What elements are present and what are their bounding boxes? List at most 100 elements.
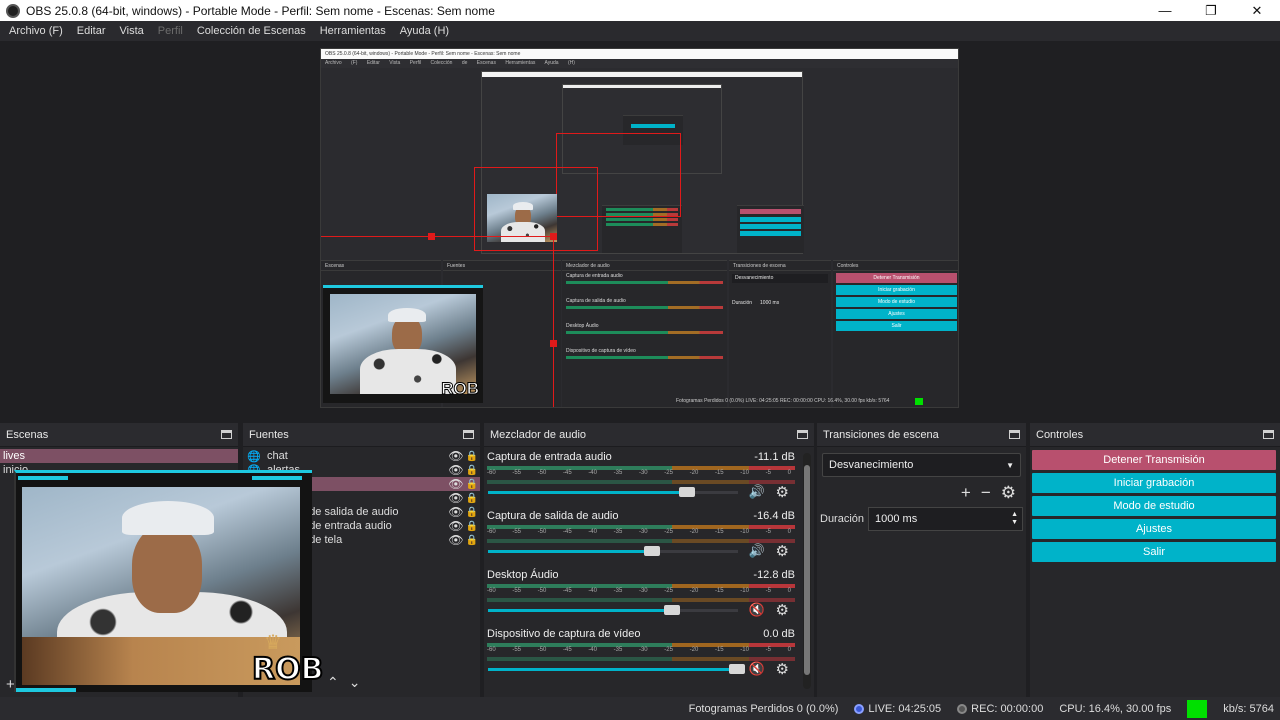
menu-vista[interactable]: Vista xyxy=(113,25,151,37)
mixer-scrollbar-thumb[interactable] xyxy=(804,465,810,675)
meter-tick-label: -60 xyxy=(487,647,496,653)
fader-knob[interactable] xyxy=(664,605,680,615)
source-item-chat[interactable]: 🌐 chat 👁 🔒 xyxy=(243,449,480,463)
mixer-channel-header: Dispositivo de captura de vídeo 0.0 dB xyxy=(487,628,795,641)
sources-title: Fuentes xyxy=(249,428,289,441)
fader-knob[interactable] xyxy=(679,487,695,497)
visibility-eye-icon[interactable]: 👁 xyxy=(448,519,464,533)
exit-button[interactable]: Salir xyxy=(1032,542,1276,562)
move-down-icon[interactable]: ⌄ xyxy=(349,674,361,691)
mixer-channel-header: Desktop Áudio -12.8 dB xyxy=(487,569,795,582)
move-up-icon[interactable]: ⌃ xyxy=(327,674,339,691)
nested-level2-btn xyxy=(740,231,801,236)
visibility-eye-icon[interactable]: 👁 xyxy=(448,449,464,463)
meter-tick-label: -30 xyxy=(638,470,648,476)
undock-icon[interactable] xyxy=(463,430,474,439)
speaker-muted-icon[interactable]: 🔇 xyxy=(749,661,765,677)
nested-selection-box xyxy=(556,133,681,217)
gear-icon[interactable]: ⚙ xyxy=(776,660,789,678)
menu-perfil[interactable]: Perfil xyxy=(151,25,190,37)
menu-bar: Archivo (F) Editar Vista Perfil Colecció… xyxy=(0,21,1280,41)
preview-canvas[interactable]: OBS 25.0.8 (64-bit, windows) - Portable … xyxy=(0,41,1280,419)
start-recording-button[interactable]: Iniciar grabación xyxy=(1032,473,1276,493)
nested-webcam-level2 xyxy=(487,194,557,242)
lock-icon[interactable]: 🔒 xyxy=(464,479,480,490)
meter-tick-label: -20 xyxy=(689,588,699,594)
nested-statusbar: Fotogramas Perdidos 0 (0.0%) LIVE: 04:25… xyxy=(676,398,890,404)
undock-icon[interactable] xyxy=(1263,430,1274,439)
meter-tick-label: -40 xyxy=(588,529,597,535)
volume-fader[interactable]: 🔊 ⚙ xyxy=(487,483,795,501)
speaker-icon[interactable]: 🔊 xyxy=(749,543,765,559)
meter-tick-label: 0 xyxy=(787,529,791,535)
undock-icon[interactable] xyxy=(221,430,232,439)
visibility-eye-icon[interactable]: 👁 xyxy=(448,463,464,477)
undock-icon[interactable] xyxy=(797,430,808,439)
lock-icon[interactable]: 🔒 xyxy=(464,535,480,546)
visibility-eye-icon[interactable]: 👁 xyxy=(448,477,464,491)
rec-time: REC: 00:00:00 xyxy=(971,702,1044,715)
selection-handle-top-right[interactable] xyxy=(550,233,557,240)
meter-tick-label: -45 xyxy=(562,588,572,594)
gear-icon[interactable]: ⚙ xyxy=(776,483,789,501)
lock-icon[interactable]: 🔒 xyxy=(464,465,480,476)
nested-ch3-name: Desktop Áudio xyxy=(566,323,599,329)
spin-arrows-icon[interactable]: ▲ ▼ xyxy=(1011,511,1018,527)
visibility-eye-icon[interactable]: 👁 xyxy=(448,533,464,547)
gear-icon[interactable]: ⚙ xyxy=(776,601,789,619)
menu-editar[interactable]: Editar xyxy=(70,25,113,37)
transitions-dock-header: Transiciones de escena xyxy=(817,423,1026,447)
volume-fader[interactable]: 🔇 ⚙ xyxy=(487,660,795,678)
scene-item-lives[interactable]: lives xyxy=(0,449,238,463)
close-button[interactable]: ✕ xyxy=(1234,0,1280,21)
lock-icon[interactable]: 🔒 xyxy=(464,507,480,518)
nested-menu: Archivo (F) Editar Vista Perfil Colecció… xyxy=(321,59,958,68)
settings-button[interactable]: Ajustes xyxy=(1032,519,1276,539)
gear-icon[interactable]: ⚙ xyxy=(1001,483,1016,503)
add-icon[interactable]: + xyxy=(961,483,971,503)
volume-fader[interactable]: 🔊 ⚙ xyxy=(487,542,795,560)
speaker-muted-icon[interactable]: 🔇 xyxy=(749,602,765,618)
meter-tick-label: -40 xyxy=(588,588,597,594)
meter-tick-label: -20 xyxy=(689,470,699,476)
undock-icon[interactable] xyxy=(1009,430,1020,439)
fader-knob[interactable] xyxy=(644,546,660,556)
preview-selection-box[interactable] xyxy=(321,236,554,407)
meter-tick-label: -50 xyxy=(537,529,547,535)
chevron-down-icon: ▼ xyxy=(1006,460,1014,470)
visibility-eye-icon[interactable]: 👁 xyxy=(448,505,464,519)
duration-spinbox[interactable]: 1000 ms ▲ ▼ xyxy=(868,507,1023,531)
nested-duration-row: Duración 1000 ms xyxy=(729,286,831,306)
meter-tick-label: -30 xyxy=(638,647,648,653)
menu-ayuda[interactable]: Ayuda (H) xyxy=(393,25,456,37)
menu-archivo[interactable]: Archivo (F) xyxy=(2,25,70,37)
selection-handle-top[interactable] xyxy=(428,233,435,240)
gear-icon[interactable]: ⚙ xyxy=(776,542,789,560)
nested-btn-settings: Ajustes xyxy=(836,309,957,319)
transition-select[interactable]: Desvanecimiento ▼ xyxy=(822,453,1021,477)
selection-handle-right[interactable] xyxy=(550,340,557,347)
lock-icon[interactable]: 🔒 xyxy=(464,493,480,504)
controls-dock-header: Controles xyxy=(1030,423,1280,447)
mixer-scrollbar[interactable] xyxy=(803,453,811,689)
speaker-icon[interactable]: 🔊 xyxy=(749,484,765,500)
nested-mixer-panel: Mezclador de audio Captura de entrada au… xyxy=(562,260,727,407)
visibility-eye-icon[interactable]: 👁 xyxy=(448,491,464,505)
nested-transitions-panel: Transiciones de escena Desvanecimiento D… xyxy=(729,260,831,407)
studio-mode-button[interactable]: Modo de estudio xyxy=(1032,496,1276,516)
lock-icon[interactable]: 🔒 xyxy=(464,451,480,462)
maximize-button[interactable]: ❐ xyxy=(1188,0,1234,21)
remove-icon[interactable]: − xyxy=(981,483,991,503)
nested-level2-btn xyxy=(740,224,801,229)
minimize-button[interactable]: — xyxy=(1142,0,1188,21)
menu-herramientas[interactable]: Herramientas xyxy=(313,25,393,37)
volume-fader[interactable]: 🔇 ⚙ xyxy=(487,601,795,619)
fader-knob[interactable] xyxy=(729,664,745,674)
live-indicator-icon xyxy=(854,703,865,714)
stop-streaming-button[interactable]: Detener Transmisión xyxy=(1032,450,1276,470)
channel-name: Captura de entrada audio xyxy=(487,451,612,463)
menu-coleccion-escenas[interactable]: Colección de Escenas xyxy=(190,25,313,37)
lock-icon[interactable]: 🔒 xyxy=(464,521,480,532)
rec-status: REC: 00:00:00 xyxy=(957,703,1043,715)
meter-tick-label: -50 xyxy=(537,588,547,594)
